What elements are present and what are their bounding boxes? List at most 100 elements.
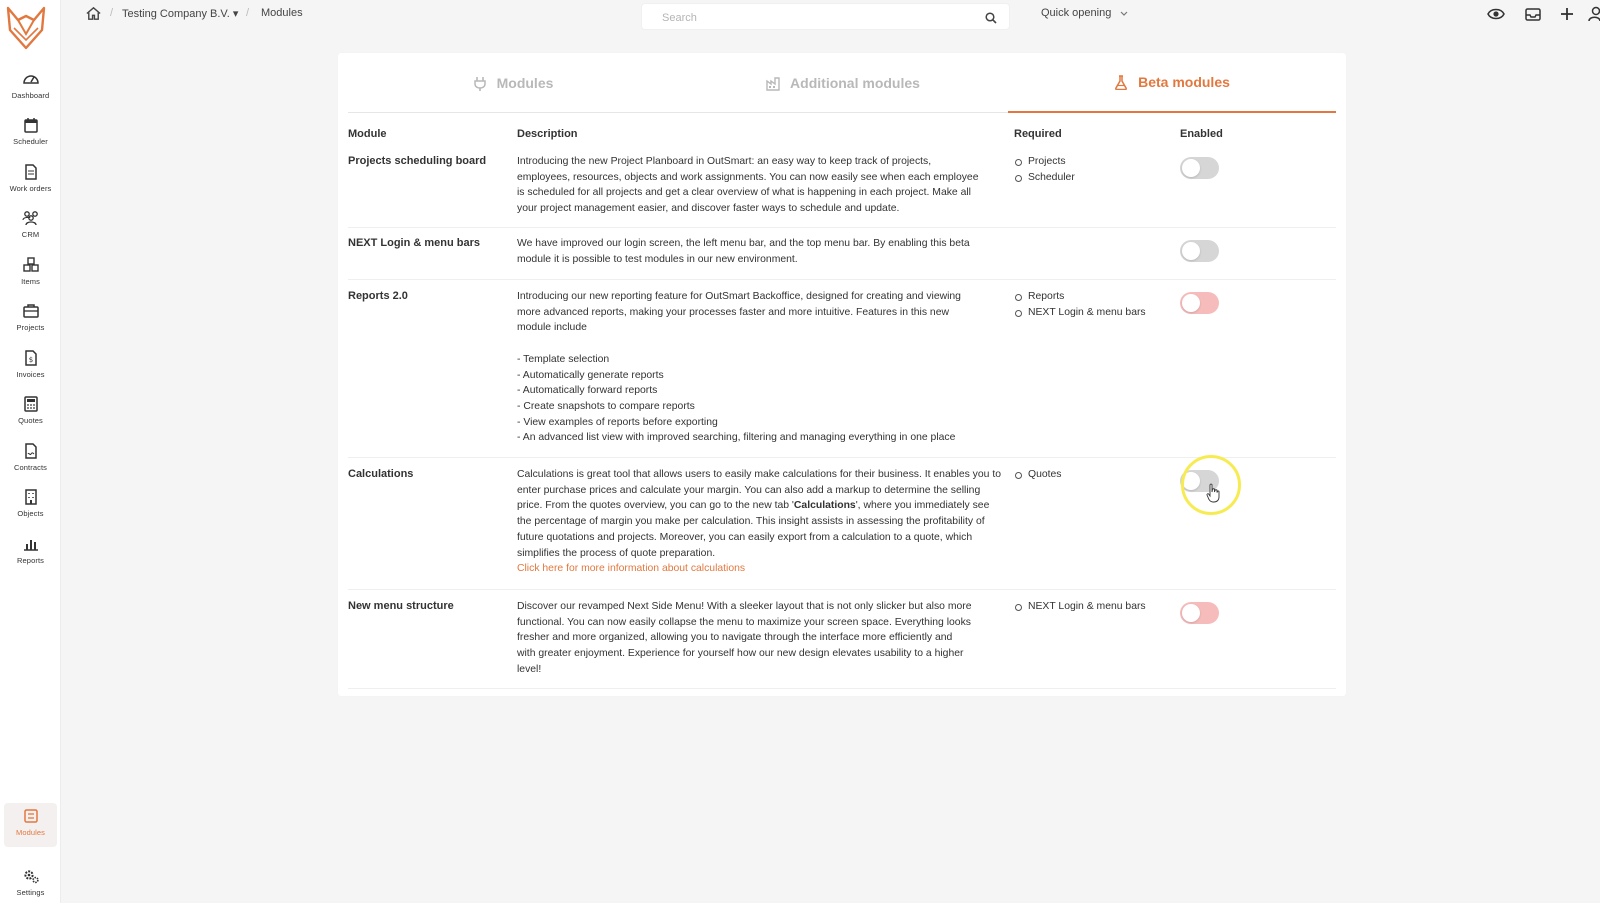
sidebar-item-contracts[interactable]: Contracts (0, 442, 61, 486)
required-item: NEXT Login & menu bars (1014, 305, 1146, 321)
topbar: / Testing Company B.V. ▾ / Modules Quick… (61, 0, 1600, 30)
description-line: Introducing our new reporting feature fo… (517, 291, 961, 302)
gears-icon (23, 870, 39, 884)
svg-text:$: $ (28, 356, 32, 364)
sidebar-item-projects[interactable]: Projects (0, 302, 61, 346)
sidebar-item-label: Settings (16, 888, 45, 897)
user-icon[interactable] (1586, 5, 1600, 23)
sidebar-item-settings[interactable]: Settings (0, 867, 61, 903)
module-description: Calculations is great tool that allows u… (517, 467, 1002, 577)
enable-toggle-projects-scheduling-board[interactable] (1180, 157, 1219, 179)
sidebar-item-modules[interactable]: Modules (4, 803, 57, 847)
required-item: NEXT Login & menu bars (1014, 599, 1146, 615)
breadcrumb-company[interactable]: Testing Company B.V. ▾ (122, 7, 238, 20)
enable-toggle-reports-2[interactable] (1180, 292, 1219, 314)
more-info-calculations-link[interactable]: Click here for more information about ca… (517, 561, 1002, 577)
module-name: Calculations (348, 468, 414, 480)
description-line: - Automatically forward reports (517, 385, 658, 397)
description-line: more advanced reports, making your proce… (517, 306, 949, 318)
module-tabs: Modules Additional modules Beta modules (348, 53, 1336, 113)
sidebar-item-label: Invoices (16, 370, 45, 379)
sidebar-item-objects[interactable]: Objects (0, 488, 61, 532)
quick-opening-dropdown[interactable]: Quick opening (1041, 7, 1111, 19)
sidebar-item-reports[interactable]: Reports (0, 535, 61, 579)
table-row: NEXT Login & menu bars We have improved … (348, 228, 1336, 280)
description-line: your project management easier, and disc… (517, 203, 900, 215)
required-list: Quotes (1014, 467, 1062, 483)
sidebar-item-crm[interactable]: CRM (0, 209, 61, 253)
toggle-knob (1182, 242, 1200, 260)
building-icon (24, 489, 37, 505)
home-icon[interactable] (85, 5, 102, 22)
description-line: is scheduled for all projects and get a … (517, 187, 971, 199)
document-icon (24, 164, 37, 180)
table-row: Projects scheduling board Introducing th… (348, 149, 1336, 228)
sidebar-item-quotes[interactable]: Quotes (0, 395, 61, 439)
search-input[interactable] (662, 9, 962, 27)
flask-icon (1115, 74, 1128, 90)
required-list: Projects Scheduler (1014, 154, 1075, 185)
enable-toggle-next-login-menu-bars[interactable] (1180, 240, 1219, 262)
search-box (641, 3, 1010, 30)
eye-icon[interactable] (1487, 5, 1505, 23)
description-line: - View examples of reports before export… (517, 416, 718, 428)
boxes-icon (22, 257, 39, 272)
required-item: Quotes (1014, 467, 1062, 483)
required-item: Reports (1014, 289, 1146, 305)
table-row: Reports 2.0 Introducing our new reportin… (348, 280, 1336, 458)
module-description: Introducing our new reporting feature fo… (517, 289, 1002, 446)
sidebar-item-work-orders[interactable]: Work orders (0, 163, 61, 207)
toggle-knob (1182, 472, 1200, 490)
invoice-icon: $ (24, 350, 37, 366)
sidebar: Dashboard Scheduler Work orders CRM Item… (0, 0, 61, 903)
sidebar-item-dashboard[interactable]: Dashboard (0, 70, 61, 114)
sidebar-item-label: CRM (21, 230, 40, 239)
sidebar-item-label: Scheduler (13, 137, 48, 146)
plus-icon[interactable] (1558, 5, 1576, 23)
description-line: - Template selection (517, 353, 610, 365)
toggle-knob (1182, 294, 1200, 312)
breadcrumb-separator: / (246, 7, 250, 19)
column-header-enabled: Enabled (1180, 128, 1223, 140)
column-header-required: Required (1014, 128, 1062, 140)
toggle-knob (1182, 159, 1200, 177)
sidebar-item-label: Objects (17, 509, 44, 518)
description-line: - Create snapshots to compare reports (517, 400, 695, 412)
description-line: functional. You can now easily collapse … (517, 616, 971, 628)
enable-toggle-calculations[interactable] (1180, 470, 1219, 492)
breadcrumb-page: Modules (261, 7, 303, 19)
description-line: - An advanced list view with improved se… (517, 432, 956, 444)
module-description: We have improved our login screen, the l… (517, 236, 1002, 267)
search-icon[interactable] (985, 12, 997, 24)
module-name: NEXT Login & menu bars (348, 237, 481, 249)
sidebar-item-items[interactable]: Items (0, 256, 61, 300)
breadcrumb-separator: / (110, 7, 114, 19)
inbox-icon[interactable] (1524, 5, 1542, 23)
sidebar-item-invoices[interactable]: $ Invoices (0, 349, 61, 393)
tab-label: Modules (496, 75, 554, 91)
description-line: We have improved our login screen, the l… (517, 238, 970, 249)
factory-icon (766, 76, 780, 91)
table-row: New menu structure Discover our revamped… (348, 590, 1336, 689)
description-line: - Automatically generate reports (517, 369, 664, 381)
required-item: Projects (1014, 154, 1075, 170)
calendar-icon (23, 118, 38, 133)
chevron-down-icon[interactable] (1120, 11, 1128, 17)
sidebar-item-scheduler[interactable]: Scheduler (0, 116, 61, 160)
fox-logo-icon[interactable] (4, 4, 48, 52)
toggle-knob (1182, 604, 1200, 622)
description-line: module include (517, 322, 587, 334)
sidebar-item-label: Reports (17, 556, 44, 565)
column-header-module: Module (348, 128, 387, 140)
enable-toggle-new-menu-structure[interactable] (1180, 602, 1219, 624)
description-line: level! (517, 663, 542, 675)
bar-chart-icon (23, 540, 38, 551)
tab-additional-modules[interactable]: Additional modules (678, 53, 1008, 113)
description-line: fresher and more organized, allowing you… (517, 632, 953, 644)
sidebar-item-label: Modules (15, 828, 46, 837)
gauge-icon (22, 75, 39, 84)
tab-label: Additional modules (790, 75, 920, 91)
tab-beta-modules[interactable]: Beta modules (1008, 53, 1336, 113)
tab-modules[interactable]: Modules (348, 53, 678, 113)
module-name: New menu structure (348, 600, 454, 612)
